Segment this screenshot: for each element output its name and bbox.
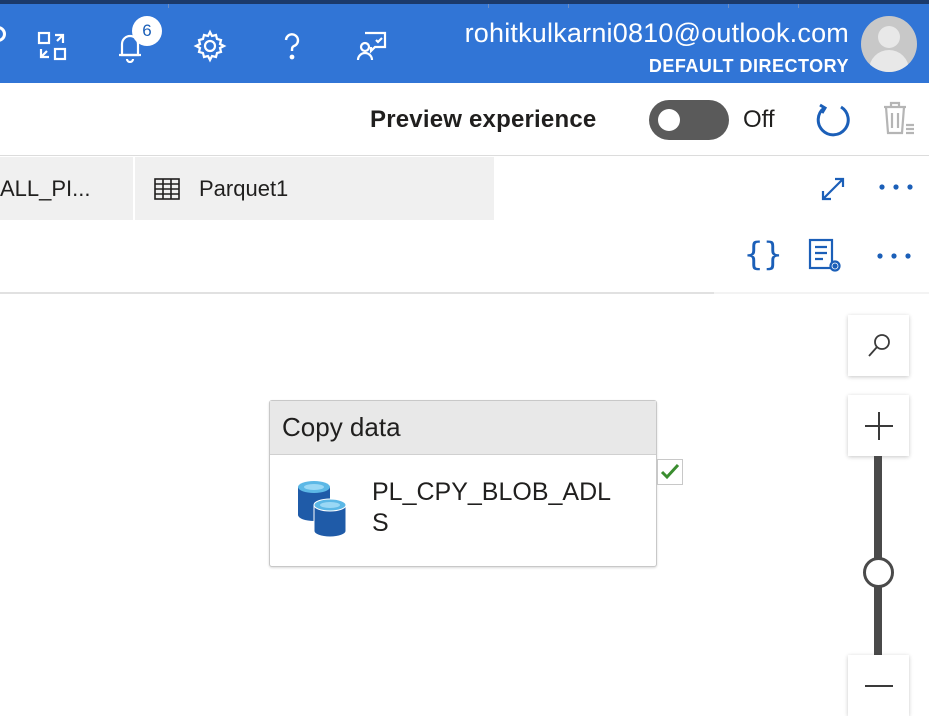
zoom-out-button[interactable] <box>848 655 909 716</box>
tab-label: Parquet1 <box>199 175 289 201</box>
help-icon <box>284 33 300 60</box>
zoom-slider-track[interactable] <box>874 456 882 656</box>
portal-switch-icon[interactable] <box>30 22 74 70</box>
refresh-icon[interactable] <box>812 99 854 141</box>
feedback-icon <box>356 31 387 61</box>
delete-icon[interactable] <box>880 99 916 139</box>
divider <box>168 4 169 8</box>
checkmark-icon <box>660 463 680 480</box>
help-button[interactable] <box>270 22 314 70</box>
gear-icon <box>193 29 227 63</box>
feedback-button[interactable] <box>350 22 394 70</box>
partial-circle-icon <box>0 26 6 42</box>
search-icon <box>867 333 890 357</box>
plus-icon <box>864 411 893 440</box>
properties-icon[interactable] <box>806 237 844 275</box>
preview-bar: Preview experience Off <box>0 83 929 156</box>
settings-button[interactable] <box>188 22 232 70</box>
notifications-button[interactable]: 6 <box>108 16 162 70</box>
notification-count-badge: 6 <box>132 16 162 46</box>
more-options-icon[interactable] <box>874 246 914 266</box>
copy-data-activity[interactable]: Copy data PL_CPY_BLOB_ADLS <box>269 400 657 567</box>
divider <box>714 292 929 294</box>
avatar-body <box>869 50 909 72</box>
directory-label[interactable]: DEFAULT DIRECTORY <box>649 56 849 77</box>
divider <box>568 4 569 8</box>
top-nav-bar: 6 rohitkulkarni0810@outlook.com DEFAULT … <box>0 0 929 83</box>
success-checkmark[interactable] <box>657 459 683 485</box>
divider <box>798 4 799 8</box>
avatar[interactable] <box>861 16 917 72</box>
zoom-in-button[interactable] <box>848 395 909 456</box>
tab-parquet1[interactable]: Parquet1 <box>135 157 494 220</box>
code-view-button[interactable]: {} <box>744 235 783 273</box>
pipeline-toolbar: {} <box>0 221 929 294</box>
activity-name: PL_CPY_BLOB_ADLS <box>372 478 612 537</box>
zoom-search-button[interactable] <box>848 315 909 376</box>
database-icon <box>298 481 347 538</box>
expand-icon[interactable] <box>818 174 848 204</box>
toggle-knob <box>658 109 680 131</box>
more-options-icon[interactable] <box>876 177 916 197</box>
activity-type-label: Copy data <box>270 401 656 455</box>
zoom-slider-thumb[interactable] <box>863 557 894 588</box>
toggle-state-label: Off <box>743 106 775 133</box>
table-icon <box>154 177 180 200</box>
divider <box>488 4 489 8</box>
preview-experience-label: Preview experience <box>370 106 597 133</box>
user-email[interactable]: rohitkulkarni0810@outlook.com <box>465 18 849 49</box>
preview-toggle[interactable] <box>649 100 729 140</box>
avatar-head <box>878 26 900 48</box>
tab-bar: ALL_PI... Parquet1 <box>0 157 929 220</box>
minus-icon <box>864 684 893 687</box>
tab-pipeline[interactable]: ALL_PI... <box>0 157 133 220</box>
tab-label: ALL_PI... <box>0 175 91 201</box>
divider <box>728 4 729 8</box>
